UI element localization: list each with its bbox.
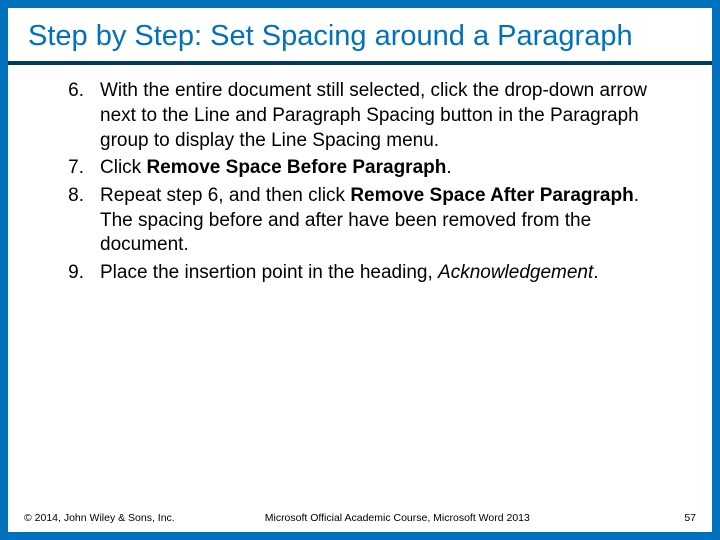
- footer-course: Microsoft Official Academic Course, Micr…: [265, 512, 530, 524]
- footer-copyright: © 2014, John Wiley & Sons, Inc.: [24, 512, 175, 524]
- text-run: Place the insertion point in the heading…: [100, 262, 438, 283]
- text-run: .: [446, 157, 451, 178]
- slide-frame: Step by Step: Set Spacing around a Parag…: [0, 0, 720, 540]
- step-number: 9.: [48, 261, 100, 286]
- step-item: 9.Place the insertion point in the headi…: [48, 261, 672, 286]
- slide-title: Step by Step: Set Spacing around a Parag…: [28, 20, 692, 53]
- step-text: Place the insertion point in the heading…: [100, 261, 672, 286]
- bold-text: Remove Space Before Paragraph: [146, 157, 446, 178]
- step-text: Click Remove Space Before Paragraph.: [100, 156, 672, 181]
- step-number: 6.: [48, 79, 100, 153]
- step-number: 7.: [48, 156, 100, 181]
- text-run: With the entire document still selected,…: [100, 80, 647, 150]
- content-area: 6.With the entire document still selecte…: [8, 65, 712, 286]
- step-item: 8.Repeat step 6, and then click Remove S…: [48, 184, 672, 258]
- text-run: Repeat step 6, and then click: [100, 185, 350, 206]
- step-text: Repeat step 6, and then click Remove Spa…: [100, 184, 672, 258]
- step-text: With the entire document still selected,…: [100, 79, 672, 153]
- step-item: 6.With the entire document still selecte…: [48, 79, 672, 153]
- title-block: Step by Step: Set Spacing around a Parag…: [8, 8, 712, 65]
- text-run: .: [593, 262, 598, 283]
- footer-page-number: 57: [684, 512, 696, 524]
- bold-text: Remove Space After Paragraph: [350, 185, 633, 206]
- step-item: 7.Click Remove Space Before Paragraph.: [48, 156, 672, 181]
- step-number: 8.: [48, 184, 100, 258]
- footer: © 2014, John Wiley & Sons, Inc. Microsof…: [8, 512, 712, 524]
- steps-list: 6.With the entire document still selecte…: [48, 79, 672, 286]
- text-run: Click: [100, 157, 146, 178]
- italic-text: Acknowledgement: [438, 262, 593, 283]
